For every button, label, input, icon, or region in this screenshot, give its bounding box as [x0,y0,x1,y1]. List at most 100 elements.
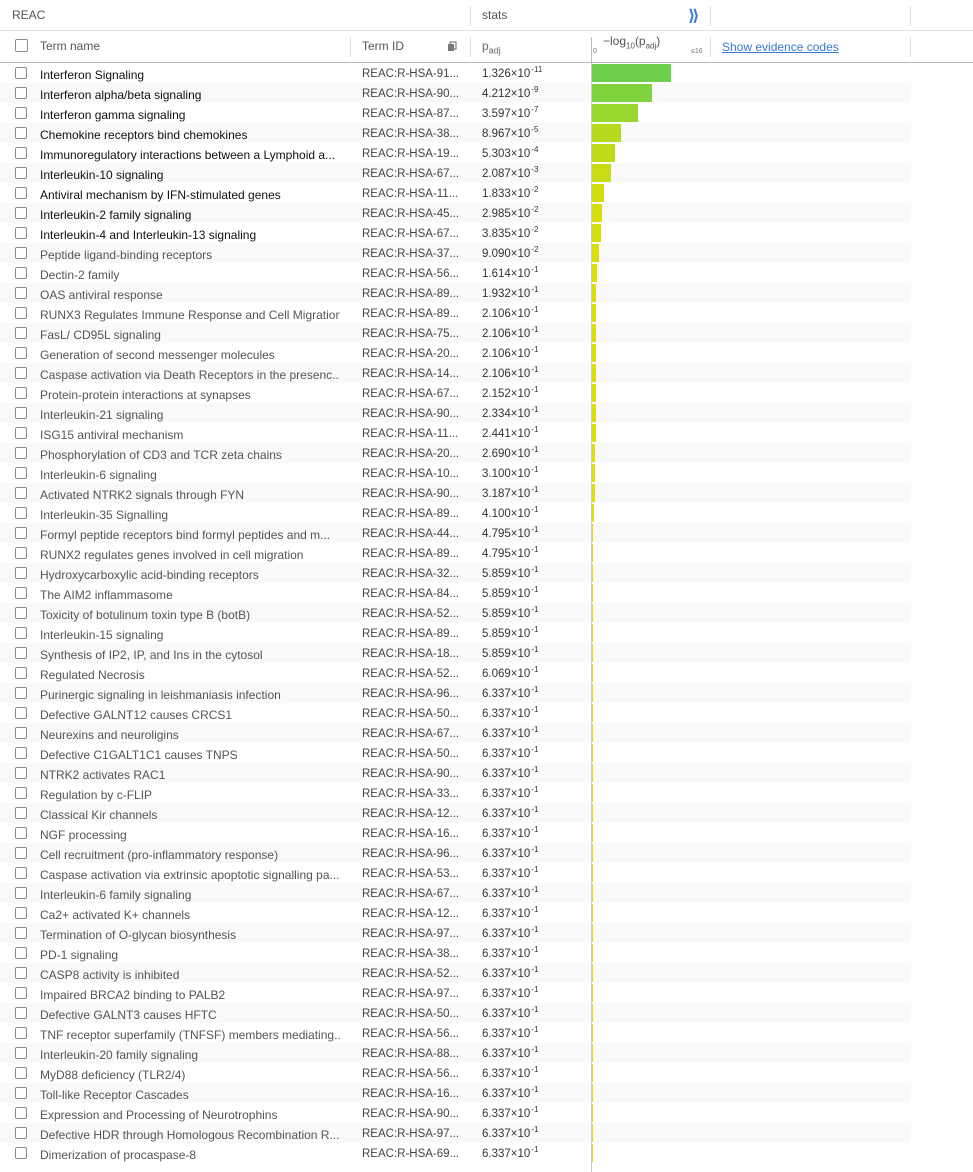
row-checkbox[interactable] [15,447,27,459]
row-checkbox[interactable] [15,587,27,599]
table-row[interactable]: Protein-protein interactions at synapses… [0,383,911,403]
term-id[interactable]: REAC:R-HSA-67... [362,723,459,743]
term-name[interactable]: OAS antiviral response [40,283,340,303]
term-name[interactable]: Defective GALNT3 causes HFTC [40,1003,340,1023]
term-name[interactable]: Interleukin-6 family signaling [40,883,340,903]
term-id[interactable]: REAC:R-HSA-19... [362,143,459,163]
term-name[interactable]: Cell recruitment (pro-inflammatory respo… [40,843,340,863]
table-row[interactable]: NGF processing REAC:R-HSA-16... 6.337×10-1 [0,823,911,843]
row-checkbox[interactable] [15,287,27,299]
term-name[interactable]: Regulation by c-FLIP [40,783,340,803]
table-row[interactable]: Interleukin-15 signaling REAC:R-HSA-89...… [0,623,911,643]
term-name[interactable]: MyD88 deficiency (TLR2/4) [40,1063,340,1083]
term-name[interactable]: Phosphorylation of CD3 and TCR zeta chai… [40,443,340,463]
term-name[interactable]: Dimerization of procaspase-8 [40,1143,340,1163]
term-name[interactable]: Defective C1GALT1C1 causes TNPS [40,743,340,763]
row-checkbox[interactable] [15,367,27,379]
row-checkbox[interactable] [15,947,27,959]
term-id[interactable]: REAC:R-HSA-20... [362,443,459,463]
term-id[interactable]: REAC:R-HSA-89... [362,543,459,563]
table-row[interactable]: Termination of O-glycan biosynthesis REAC… [0,923,911,943]
term-name[interactable]: Generation of second messenger molecules [40,343,340,363]
term-name[interactable]: RUNX3 Regulates Immune Response and Cell… [40,303,340,323]
table-row[interactable]: Purinergic signaling in leishmaniasis in… [0,683,911,703]
table-row[interactable]: Neurexins and neuroligins REAC:R-HSA-67..… [0,723,911,743]
term-name[interactable]: Synthesis of IP2, IP, and Ins in the cyt… [40,643,340,663]
table-row[interactable]: Interleukin-10 signaling REAC:R-HSA-67...… [0,163,911,183]
term-id[interactable]: REAC:R-HSA-52... [362,663,459,683]
table-row[interactable]: Interleukin-2 family signaling REAC:R-HSA… [0,203,911,223]
expand-columns-icon[interactable]: ⟫ [688,6,699,26]
row-checkbox[interactable] [15,207,27,219]
table-row[interactable]: Synthesis of IP2, IP, and Ins in the cyt… [0,643,911,663]
term-id[interactable]: REAC:R-HSA-12... [362,803,459,823]
term-name[interactable]: Neurexins and neuroligins [40,723,340,743]
term-name[interactable]: NGF processing [40,823,340,843]
term-id[interactable]: REAC:R-HSA-67... [362,883,459,903]
row-checkbox[interactable] [15,687,27,699]
row-checkbox[interactable] [15,1127,27,1139]
column-term-name[interactable]: Term name [40,31,100,62]
term-id[interactable]: REAC:R-HSA-90... [362,403,459,423]
row-checkbox[interactable] [15,307,27,319]
row-checkbox[interactable] [15,347,27,359]
term-id[interactable]: REAC:R-HSA-75... [362,323,459,343]
term-name[interactable]: ISG15 antiviral mechanism [40,423,340,443]
term-id[interactable]: REAC:R-HSA-84... [362,583,459,603]
table-row[interactable]: Defective C1GALT1C1 causes TNPS REAC:R-HS… [0,743,911,763]
table-row[interactable]: Interleukin-6 signaling REAC:R-HSA-10... 3… [0,463,911,483]
term-name[interactable]: TNF receptor superfamily (TNFSF) members… [40,1023,340,1043]
term-id[interactable]: REAC:R-HSA-45... [362,203,459,223]
table-row[interactable]: Activated NTRK2 signals through FYN REAC:… [0,483,911,503]
row-checkbox[interactable] [15,787,27,799]
table-row[interactable]: Expression and Processing of Neurotrophi… [0,1103,911,1123]
row-checkbox[interactable] [15,387,27,399]
term-name[interactable]: Termination of O-glycan biosynthesis [40,923,340,943]
table-row[interactable]: Caspase activation via extrinsic apoptot… [0,863,911,883]
term-name[interactable]: Interleukin-20 family signaling [40,1043,340,1063]
term-name[interactable]: Peptide ligand-binding receptors [40,243,340,263]
term-name[interactable]: Toxicity of botulinum toxin type B (botB… [40,603,340,623]
term-id[interactable]: REAC:R-HSA-89... [362,623,459,643]
table-row[interactable]: Defective HDR through Homologous Recombi… [0,1123,911,1143]
term-name[interactable]: Antiviral mechanism by IFN-stimulated ge… [40,183,340,203]
row-checkbox[interactable] [15,407,27,419]
table-row[interactable]: Caspase activation via Death Receptors i… [0,363,911,383]
term-id[interactable]: REAC:R-HSA-32... [362,563,459,583]
table-row[interactable]: Impaired BRCA2 binding to PALB2 REAC:R-HS… [0,983,911,1003]
row-checkbox[interactable] [15,847,27,859]
term-name[interactable]: FasL/ CD95L signaling [40,323,340,343]
table-row[interactable]: Interferon gamma signaling REAC:R-HSA-87.… [0,103,911,123]
term-id[interactable]: REAC:R-HSA-33... [362,783,459,803]
term-id[interactable]: REAC:R-HSA-90... [362,483,459,503]
table-row[interactable]: Toxicity of botulinum toxin type B (botB… [0,603,911,623]
row-checkbox[interactable] [15,1027,27,1039]
term-id[interactable]: REAC:R-HSA-97... [362,983,459,1003]
term-id[interactable]: REAC:R-HSA-90... [362,83,459,103]
row-checkbox[interactable] [15,667,27,679]
term-id[interactable]: REAC:R-HSA-38... [362,943,459,963]
row-checkbox[interactable] [15,127,27,139]
term-id[interactable]: REAC:R-HSA-18... [362,643,459,663]
row-checkbox[interactable] [15,147,27,159]
term-name[interactable]: Classical Kir channels [40,803,340,823]
row-checkbox[interactable] [15,747,27,759]
row-checkbox[interactable] [15,467,27,479]
row-checkbox[interactable] [15,647,27,659]
term-name[interactable]: Interleukin-35 Signalling [40,503,340,523]
row-checkbox[interactable] [15,327,27,339]
term-id[interactable]: REAC:R-HSA-10... [362,463,459,483]
term-name[interactable]: Regulated Necrosis [40,663,340,683]
table-row[interactable]: Phosphorylation of CD3 and TCR zeta chai… [0,443,911,463]
term-id[interactable]: REAC:R-HSA-88... [362,1043,459,1063]
term-id[interactable]: REAC:R-HSA-50... [362,703,459,723]
term-name[interactable]: Ca2+ activated K+ channels [40,903,340,923]
row-checkbox[interactable] [15,987,27,999]
row-checkbox[interactable] [15,1067,27,1079]
table-row[interactable]: ISG15 antiviral mechanism REAC:R-HSA-11..… [0,423,911,443]
table-row[interactable]: Toll-like Receptor Cascades REAC:R-HSA-16… [0,1083,911,1103]
term-id[interactable]: REAC:R-HSA-11... [362,423,458,443]
term-name[interactable]: Chemokine receptors bind chemokines [40,123,340,143]
term-id[interactable]: REAC:R-HSA-91... [362,63,459,83]
term-id[interactable]: REAC:R-HSA-16... [362,1083,459,1103]
